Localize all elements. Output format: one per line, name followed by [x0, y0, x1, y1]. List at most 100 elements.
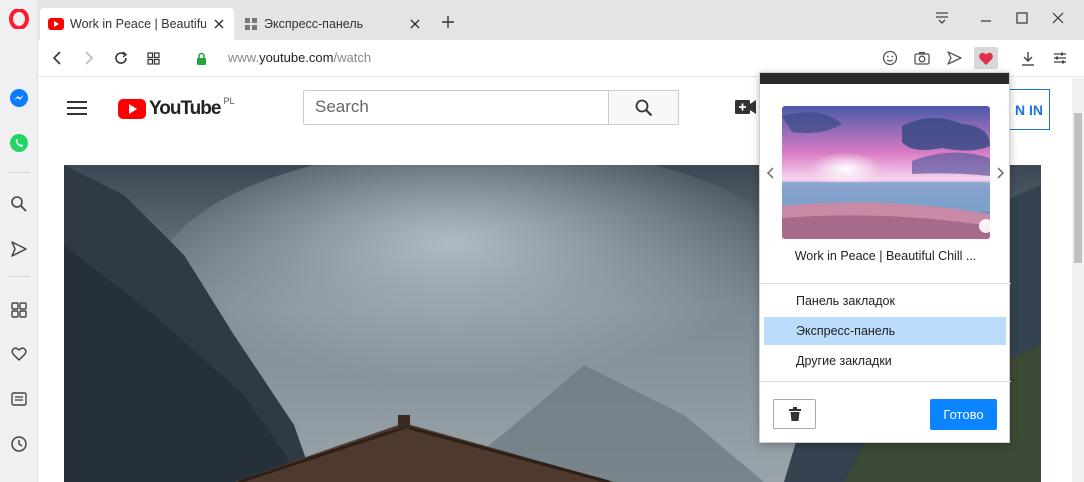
trash-icon [788, 407, 801, 421]
youtube-logo-text: YouTube [149, 98, 221, 119]
search-placeholder: Search [315, 97, 369, 116]
back-button[interactable] [44, 46, 70, 70]
bookmarks-button[interactable] [0, 339, 38, 369]
tab-menu-icon [936, 12, 948, 24]
chevron-left-icon [767, 167, 774, 179]
reload-button[interactable] [108, 46, 134, 70]
close-icon [1052, 12, 1064, 24]
video-camera-icon [735, 100, 756, 114]
send-button[interactable] [0, 234, 38, 264]
grid-icon [146, 51, 160, 65]
popup-divider [760, 381, 1011, 382]
done-button[interactable]: Готово [930, 399, 997, 430]
tab-youtube[interactable]: Work in Peace | Beautiful Chill Mix [40, 8, 234, 40]
downloads-button[interactable] [1016, 47, 1040, 69]
heart-icon [11, 347, 27, 362]
folder-other-bookmarks[interactable]: Другие закладки [764, 347, 1006, 375]
close-icon [214, 19, 224, 29]
delete-bookmark-button[interactable] [773, 399, 816, 429]
sign-in-label: N IN [1015, 101, 1043, 118]
news-icon [11, 392, 27, 406]
search-button[interactable] [608, 90, 679, 125]
close-window-button[interactable] [1038, 6, 1078, 30]
messenger-button[interactable] [0, 83, 38, 113]
close-tab-button[interactable] [408, 17, 422, 31]
security-badge[interactable] [188, 46, 214, 70]
scrollbar-thumb[interactable] [1074, 113, 1082, 263]
tab-strip: Work in Peace | Beautiful Chill Mix Эксп… [38, 0, 1084, 40]
url-prefix: www. [228, 50, 260, 65]
camera-icon [914, 52, 930, 65]
send-to-flow-button[interactable] [942, 47, 966, 69]
url-field[interactable]: www.youtube.com/watch [228, 50, 371, 65]
snapshot-button[interactable] [910, 47, 934, 69]
guide-button[interactable] [66, 100, 90, 118]
sidebar-divider [8, 172, 30, 173]
folder-speed-dial[interactable]: Экспресс-панель [764, 317, 1006, 345]
messenger-icon [10, 89, 28, 107]
easy-setup-button[interactable] [1048, 47, 1072, 69]
bookmark-title[interactable]: Work in Peace | Beautiful Chill ... [760, 249, 1011, 263]
popup-header [760, 73, 1009, 84]
maximize-button[interactable] [1002, 6, 1042, 30]
plus-icon [442, 16, 454, 28]
bookmark-popup: Work in Peace | Beautiful Chill ... Пане… [759, 72, 1011, 443]
opera-logo-icon [9, 9, 29, 29]
sign-in-button[interactable]: N IN [1003, 89, 1050, 130]
opera-menu-button[interactable] [0, 4, 38, 34]
chevron-left-icon [52, 51, 61, 65]
news-button[interactable] [0, 384, 38, 414]
whatsapp-button[interactable] [0, 128, 38, 158]
new-tab-button[interactable] [438, 12, 458, 32]
tab-title: Экспресс-панель [264, 17, 364, 31]
youtube-icon [48, 18, 64, 30]
search-button[interactable] [0, 189, 38, 219]
youtube-play-icon [118, 99, 146, 119]
previous-thumbnail-button[interactable] [764, 163, 778, 183]
close-tab-button[interactable] [212, 17, 226, 31]
folder-bookmarks-bar[interactable]: Панель закладок [764, 287, 1006, 315]
sunset-beach-image [782, 106, 990, 239]
bookmark-thumbnail [782, 106, 990, 239]
sidebar [0, 0, 38, 482]
lock-icon [196, 52, 206, 65]
popup-divider [760, 283, 1011, 284]
maximize-icon [1016, 12, 1028, 24]
speed-dial-button[interactable] [0, 295, 38, 325]
settings-sliders-icon [1054, 52, 1066, 64]
snapshot-emoji-button[interactable] [878, 47, 902, 69]
whatsapp-icon [10, 134, 28, 152]
chevron-right-icon [85, 51, 94, 65]
send-icon [11, 241, 27, 257]
sidebar-divider [8, 276, 30, 277]
next-thumbnail-button[interactable] [993, 163, 1007, 183]
speed-dial-icon [11, 302, 27, 318]
hamburger-icon [67, 101, 87, 115]
heart-filled-icon [979, 52, 993, 65]
speed-dial-icon [245, 18, 257, 30]
history-button[interactable] [0, 429, 38, 459]
close-icon [410, 19, 420, 29]
search-icon [635, 99, 652, 116]
region-label: PL [223, 96, 235, 106]
minimize-button[interactable] [966, 6, 1006, 30]
youtube-logo[interactable]: YouTube PL [118, 96, 235, 120]
tab-speed-dial[interactable]: Экспресс-панель [236, 8, 430, 40]
url-path: /watch [333, 50, 372, 65]
search-icon [11, 196, 27, 212]
tab-menu-button[interactable] [922, 6, 962, 30]
minimize-icon [981, 20, 991, 22]
bookmark-button[interactable] [974, 47, 998, 69]
smiley-icon [882, 50, 898, 66]
download-icon [1022, 51, 1034, 66]
reload-icon [115, 51, 128, 64]
forward-button[interactable] [76, 46, 102, 70]
upload-button[interactable] [735, 99, 757, 117]
send-icon [946, 51, 962, 65]
search-input[interactable]: Search [303, 90, 609, 125]
tab-title: Work in Peace | Beautiful Chill Mix [70, 17, 206, 31]
page-scrollbar[interactable] [1072, 78, 1084, 482]
speed-dial-button[interactable] [140, 46, 166, 70]
url-host: youtube.com [259, 50, 334, 65]
clock-icon [11, 436, 27, 452]
